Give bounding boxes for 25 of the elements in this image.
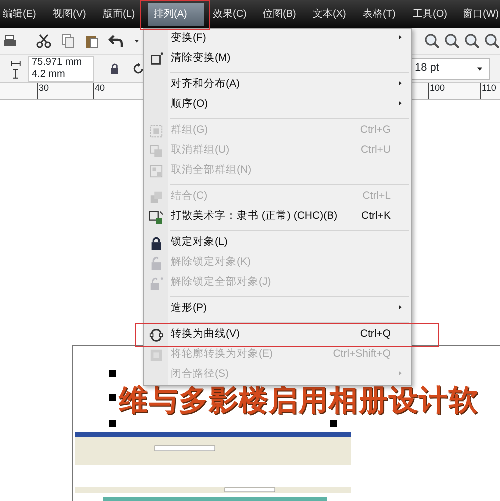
ruler-number: 110	[480, 83, 496, 99]
menu-item[interactable]: 清除变换(M)	[144, 49, 411, 69]
ruler-number: 100	[428, 83, 446, 99]
menu-item[interactable]: 造形(P)	[144, 299, 411, 319]
menu-bar-item[interactable]: 工具(O)	[410, 2, 460, 26]
menu-bar-item[interactable]: 文本(X)	[310, 2, 360, 26]
ruler-number: 40	[93, 83, 106, 99]
menu-item[interactable]: 锁定对象(L)	[144, 233, 411, 253]
menu-bar-item[interactable]: 效果(C)	[210, 2, 260, 26]
menu-bar-item[interactable]: 表格(T)	[360, 2, 410, 26]
menu-bar-item[interactable]: 编辑(E)	[0, 2, 50, 26]
menu-item[interactable]: 转换为曲线(V) Ctrl+Q	[135, 323, 439, 347]
menu-bar-item[interactable]: 位图(B)	[260, 2, 310, 26]
menu-bar-item[interactable]: 版面(L)	[100, 2, 150, 26]
menu-item[interactable]: 顺序(O)	[144, 95, 411, 115]
menu-item[interactable]: 对齐和分布(A)	[144, 75, 411, 95]
width-field[interactable]: 75.971 mm	[32, 56, 90, 68]
font-size-dropdown[interactable]: 18 pt	[410, 58, 490, 80]
menu-bar-item[interactable]: 视图(V)	[50, 2, 100, 26]
menu-item[interactable]: 打散美术字：隶书 (正常) (CHC)(B) Ctrl+K	[144, 207, 411, 227]
menu-bar-item[interactable]: 窗口(W)	[460, 2, 500, 26]
ruler-number: 30	[37, 83, 50, 99]
height-field[interactable]: 4.2 mm	[32, 68, 90, 80]
document-heading: 维与多影楼启用相册设计软	[119, 384, 479, 418]
menu-bar-item[interactable]: 排列(A)	[148, 2, 204, 26]
